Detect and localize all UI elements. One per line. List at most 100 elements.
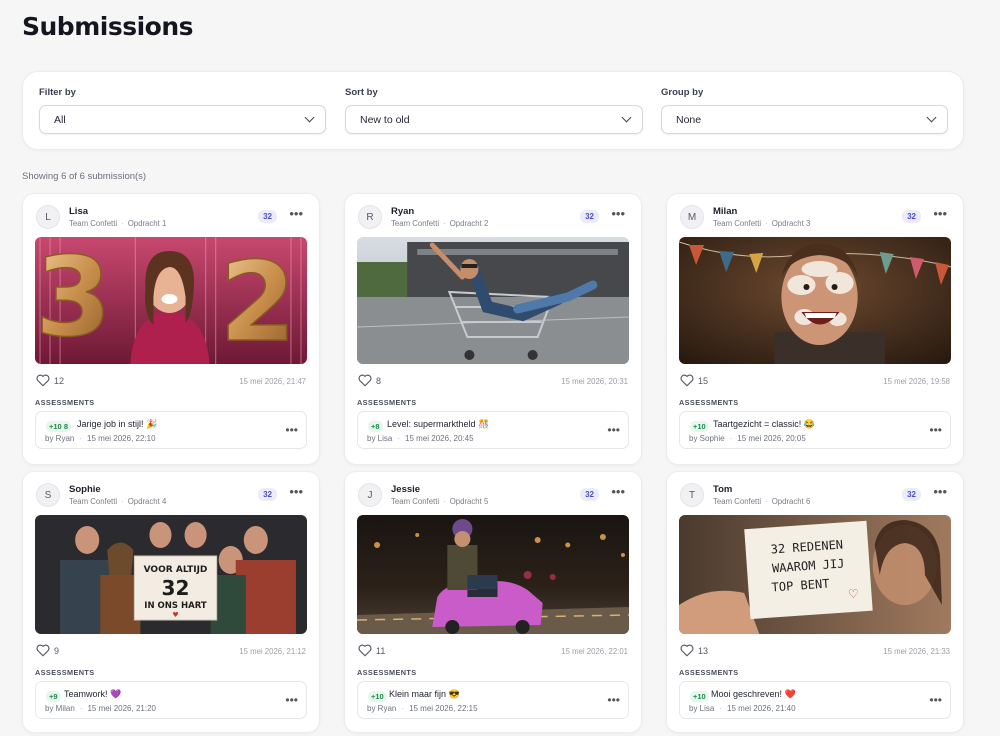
assessments-label: ASSESSMENTS [679, 398, 739, 407]
count-badge: 32 [258, 488, 277, 501]
submission-date: 15 mei 2026, 22:01 [561, 647, 628, 656]
heart-icon[interactable] [358, 644, 372, 657]
assessment-more-icon[interactable]: ••• [285, 693, 298, 707]
submission-meta: Team Confetti · Opdracht 2 [391, 219, 489, 228]
balloon-digit-three: 3 [35, 237, 112, 361]
assessment-more-icon[interactable]: ••• [607, 693, 620, 707]
avatar: M [680, 205, 704, 229]
chevron-down-icon [304, 112, 315, 123]
points-badge: +8 [368, 421, 383, 432]
more-options-icon[interactable]: ••• [289, 206, 303, 221]
assessment-more-icon[interactable]: ••• [929, 693, 942, 707]
assessments-label: ASSESSMENTS [35, 668, 95, 677]
user-name: Jessie [391, 484, 421, 495]
submission-photo[interactable] [357, 515, 629, 634]
avatar: L [36, 205, 60, 229]
assessment-item: +8 Level: supermarktheld 🎊 by Lisa · 15 me… [357, 411, 629, 449]
submission-card: L Lisa Team Confetti · Opdracht 1 32 ••• 3… [22, 193, 320, 465]
submission-photo[interactable]: 3 2 [35, 237, 307, 364]
submission-meta: Team Confetti · Opdracht 1 [69, 219, 167, 228]
count-badge: 32 [580, 210, 599, 223]
heart-icon[interactable] [36, 374, 50, 387]
assignment-name: Opdracht 3 [771, 219, 811, 228]
assessment-more-icon[interactable]: ••• [285, 423, 298, 437]
assignment-name: Opdracht 4 [127, 497, 167, 506]
submission-photo[interactable]: 32 REDENEN WAAROM JIJ TOP BENT ♡ [679, 515, 951, 634]
avatar: S [36, 483, 60, 507]
team-name: Team Confetti [391, 219, 440, 228]
team-name: Team Confetti [69, 497, 118, 506]
points-badge: +10 [368, 691, 387, 702]
submission-date: 15 mei 2026, 21:47 [239, 377, 306, 386]
group-by-select[interactable]: None [661, 105, 948, 134]
assessments-label: ASSESSMENTS [357, 668, 417, 677]
sign-text-line: 32 [162, 576, 190, 600]
count-badge: 32 [580, 488, 599, 501]
user-name: Tom [713, 484, 733, 495]
like-count: 9 [54, 646, 60, 656]
count-badge: 32 [902, 210, 921, 223]
shopping-cart-photo [357, 237, 629, 364]
assessment-text: Taartgezicht = classic! 😂 [713, 419, 815, 429]
balloon-digit-two: 2 [219, 238, 296, 364]
submission-card: J Jessie Team Confetti · Opdracht 5 32 ••• [344, 471, 642, 733]
team-name: Team Confetti [713, 219, 762, 228]
sort-by-select[interactable]: New to old [345, 105, 643, 134]
more-options-icon[interactable]: ••• [933, 484, 947, 499]
note-photo: 32 REDENEN WAAROM JIJ TOP BENT ♡ [679, 515, 951, 634]
like-count: 12 [54, 376, 65, 386]
submission-photo[interactable] [679, 237, 951, 364]
assessment-more-icon[interactable]: ••• [607, 423, 620, 437]
sort-by-group: Sort by New to old [345, 87, 643, 134]
chevron-down-icon [926, 112, 937, 123]
submission-meta: Team Confetti · Opdracht 4 [69, 497, 167, 506]
assessment-more-icon[interactable]: ••• [929, 423, 942, 437]
heart-icon[interactable] [680, 644, 694, 657]
assessment-byline: by Milan · 15 mei 2026, 21:20 [45, 704, 156, 713]
heart-icon[interactable] [680, 374, 694, 387]
team-name: Team Confetti [713, 497, 762, 506]
submission-date: 15 mei 2026, 20:31 [561, 377, 628, 386]
assessment-byline: by Lisa · 15 mei 2026, 20:45 [367, 434, 474, 443]
heart-icon[interactable] [358, 374, 372, 387]
more-options-icon[interactable]: ••• [289, 484, 303, 499]
sort-by-label: Sort by [345, 87, 378, 98]
submission-date: 15 mei 2026, 21:12 [239, 647, 306, 656]
group-sign-photo: VOOR ALTIJD 32 IN ONS HART ♥ [35, 515, 307, 634]
sign-text-line: VOOR ALTIJD [144, 565, 208, 575]
points-badge: +10 8 [46, 421, 71, 432]
assessment-text: Mooi geschreven! ❤️ [711, 689, 796, 699]
submission-card: S Sophie Team Confetti · Opdracht 4 32 •••… [22, 471, 320, 733]
submission-card: R Ryan Team Confetti·Opdracht 2 32 ••• [344, 193, 642, 465]
filter-by-label: Filter by [39, 87, 76, 98]
balloons-photo: 3 2 [35, 237, 307, 364]
more-options-icon[interactable]: ••• [933, 206, 947, 221]
assignment-name: Opdracht 5 [449, 497, 489, 506]
svg-text:♡: ♡ [848, 587, 860, 602]
points-badge: +9 [46, 691, 61, 702]
team-name: Team Confetti [69, 219, 118, 228]
user-name: Sophie [69, 484, 101, 495]
heart-icon[interactable] [36, 644, 50, 657]
like-count: 8 [376, 376, 382, 386]
submission-photo[interactable]: VOOR ALTIJD 32 IN ONS HART ♥ [35, 515, 307, 634]
count-badge: 32 [258, 210, 277, 223]
points-badge: +10 [690, 421, 709, 432]
submission-photo[interactable] [357, 237, 629, 364]
filter-by-select[interactable]: All [39, 105, 326, 134]
more-options-icon[interactable]: ••• [611, 206, 625, 221]
assessment-item: +9 Teamwork! 💜 by Milan · 15 mei 2026, 21:… [35, 681, 307, 719]
assessment-item: +10 8 Jarige job in stijl! 🎉 by Ryan · 15 … [35, 411, 307, 449]
more-options-icon[interactable]: ••• [611, 484, 625, 499]
assessments-label: ASSESSMENTS [357, 398, 417, 407]
submission-meta: Team Confetti · Opdracht 3 [713, 219, 811, 228]
cake-face-photo [679, 237, 951, 364]
assessment-text: Level: supermarktheld 🎊 [387, 419, 490, 429]
submission-date: 15 mei 2026, 19:58 [883, 377, 950, 386]
assignment-name: Opdracht 2 [449, 219, 489, 228]
filter-by-group: Filter by All [39, 87, 326, 134]
svg-text:♥: ♥ [172, 610, 178, 619]
assessment-byline: by Sophie · 15 mei 2026, 20:05 [689, 434, 806, 443]
toy-car-photo [357, 515, 629, 634]
assessments-label: ASSESSMENTS [679, 668, 739, 677]
